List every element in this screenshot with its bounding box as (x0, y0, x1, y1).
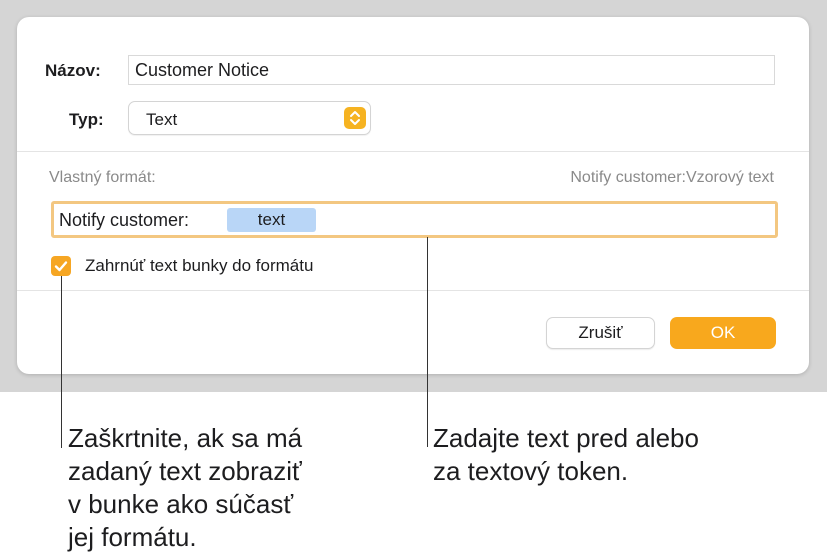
callout-line-checkbox (61, 276, 62, 448)
type-select[interactable]: Text (128, 101, 371, 135)
type-select-value: Text (146, 110, 178, 129)
type-label: Typ: (69, 110, 104, 129)
ok-button[interactable]: OK (670, 317, 776, 349)
include-cell-text-checkbox[interactable] (51, 256, 71, 276)
divider (17, 151, 809, 152)
chevron-updown-icon (344, 107, 366, 129)
text-token[interactable]: text (227, 208, 316, 232)
checkmark-icon (54, 261, 68, 272)
name-field[interactable]: Customer Notice (128, 55, 775, 85)
callout-line-field (427, 237, 428, 447)
cancel-button[interactable]: Zrušiť (546, 317, 655, 349)
format-preview: Notify customer:Vzorový text (570, 169, 774, 186)
callout-checkbox-note: Zaškrtnite, ak sa má zadaný text zobrazi… (68, 423, 303, 552)
divider (17, 290, 809, 291)
callout-field-note: Zadajte text pred alebo za textový token… (433, 423, 699, 486)
custom-format-field[interactable]: Notify customer: text (51, 201, 778, 238)
custom-format-label: Vlastný formát: (49, 169, 156, 186)
name-label: Názov: (45, 61, 101, 80)
format-prefix-text: Notify customer: (59, 210, 190, 230)
include-cell-text-label: Zahrnúť text bunky do formátu (85, 256, 314, 275)
